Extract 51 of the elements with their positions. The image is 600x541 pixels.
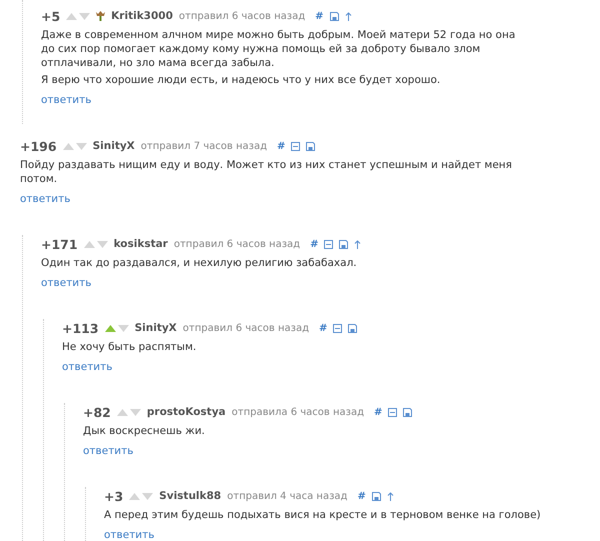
username[interactable]: prostoKostya: [146, 406, 226, 418]
hash-link[interactable]: #: [357, 490, 366, 502]
save-icon[interactable]: [403, 408, 412, 416]
timestamp: отправил 7 часов назад: [140, 140, 267, 152]
timestamp: отправил 6 часов назад: [182, 322, 309, 334]
comment-text: Один так до раздавался, и нехилую религию забабахал.: [41, 256, 358, 270]
hash-link[interactable]: #: [315, 10, 324, 22]
reply-link[interactable]: ответить: [20, 193, 70, 205]
username[interactable]: SinityX: [134, 322, 177, 334]
rating: +3: [104, 488, 124, 504]
username[interactable]: kosikstar: [114, 238, 168, 250]
reply-link[interactable]: ответить: [104, 529, 154, 541]
save-icon[interactable]: [372, 492, 381, 500]
comment-text: Не хочу быть распятым.: [62, 340, 198, 354]
save-icon[interactable]: [348, 324, 358, 332]
rating: +5: [41, 8, 60, 24]
save-icon[interactable]: [306, 142, 316, 150]
rating: +196: [20, 138, 57, 154]
comment-text: А перед этим будешь подыхать вися на кресте и в терновом венке на голове): [104, 508, 542, 522]
collapse-icon[interactable]: [324, 240, 334, 248]
reply-link[interactable]: ответить: [62, 361, 112, 373]
hash-link[interactable]: #: [310, 238, 318, 250]
comment-text: Даже в современном алчном мире можно быть добрым. Моей матери 52 года но она до сих пор помогает каждому кому нужна помощь ей за доброту бывало злом отплачивали, но зло мама всегда забыла.: [41, 28, 516, 70]
save-icon[interactable]: [330, 12, 339, 20]
collapse-icon[interactable]: [388, 408, 398, 416]
reply-link[interactable]: ответить: [41, 94, 92, 106]
comment-text: Дык воскреснешь жи.: [83, 424, 206, 438]
timestamp: отправил 6 часов назад: [178, 10, 306, 22]
reply-link[interactable]: ответить: [83, 445, 134, 457]
collapse-icon[interactable]: [291, 142, 300, 150]
hash-link[interactable]: #: [374, 406, 382, 418]
reply-link[interactable]: ответить: [41, 277, 92, 289]
comment-text: Я верю что хорошие люди есть, и надеюсь что у них все будет хорошо.: [41, 73, 442, 87]
comment-text: Пойду раздавать нищим еду и воду. Может кто из них станет успешным и найдет меня потом.: [20, 158, 513, 186]
timestamp: отправил 4 часа назад: [227, 490, 348, 502]
username[interactable]: SinityX: [92, 140, 135, 152]
collapse-icon[interactable]: [333, 324, 342, 332]
username[interactable]: Svistulk88: [159, 490, 222, 502]
rating: +171: [41, 236, 78, 252]
arrow-up-icon[interactable]: [386, 492, 394, 500]
save-icon[interactable]: [339, 240, 348, 248]
upvote-icon[interactable]: [104, 324, 116, 332]
rating: +82: [83, 404, 111, 420]
hash-link[interactable]: #: [277, 140, 286, 152]
hash-link[interactable]: #: [319, 322, 328, 334]
arrow-up-icon[interactable]: [354, 240, 362, 248]
arrow-up-icon[interactable]: [344, 12, 352, 20]
timestamp: отправил 6 часов назад: [174, 238, 300, 250]
timestamp: отправила 6 часов назад: [232, 406, 364, 418]
rating: +113: [62, 320, 99, 336]
username[interactable]: Kritik3000: [111, 10, 173, 22]
